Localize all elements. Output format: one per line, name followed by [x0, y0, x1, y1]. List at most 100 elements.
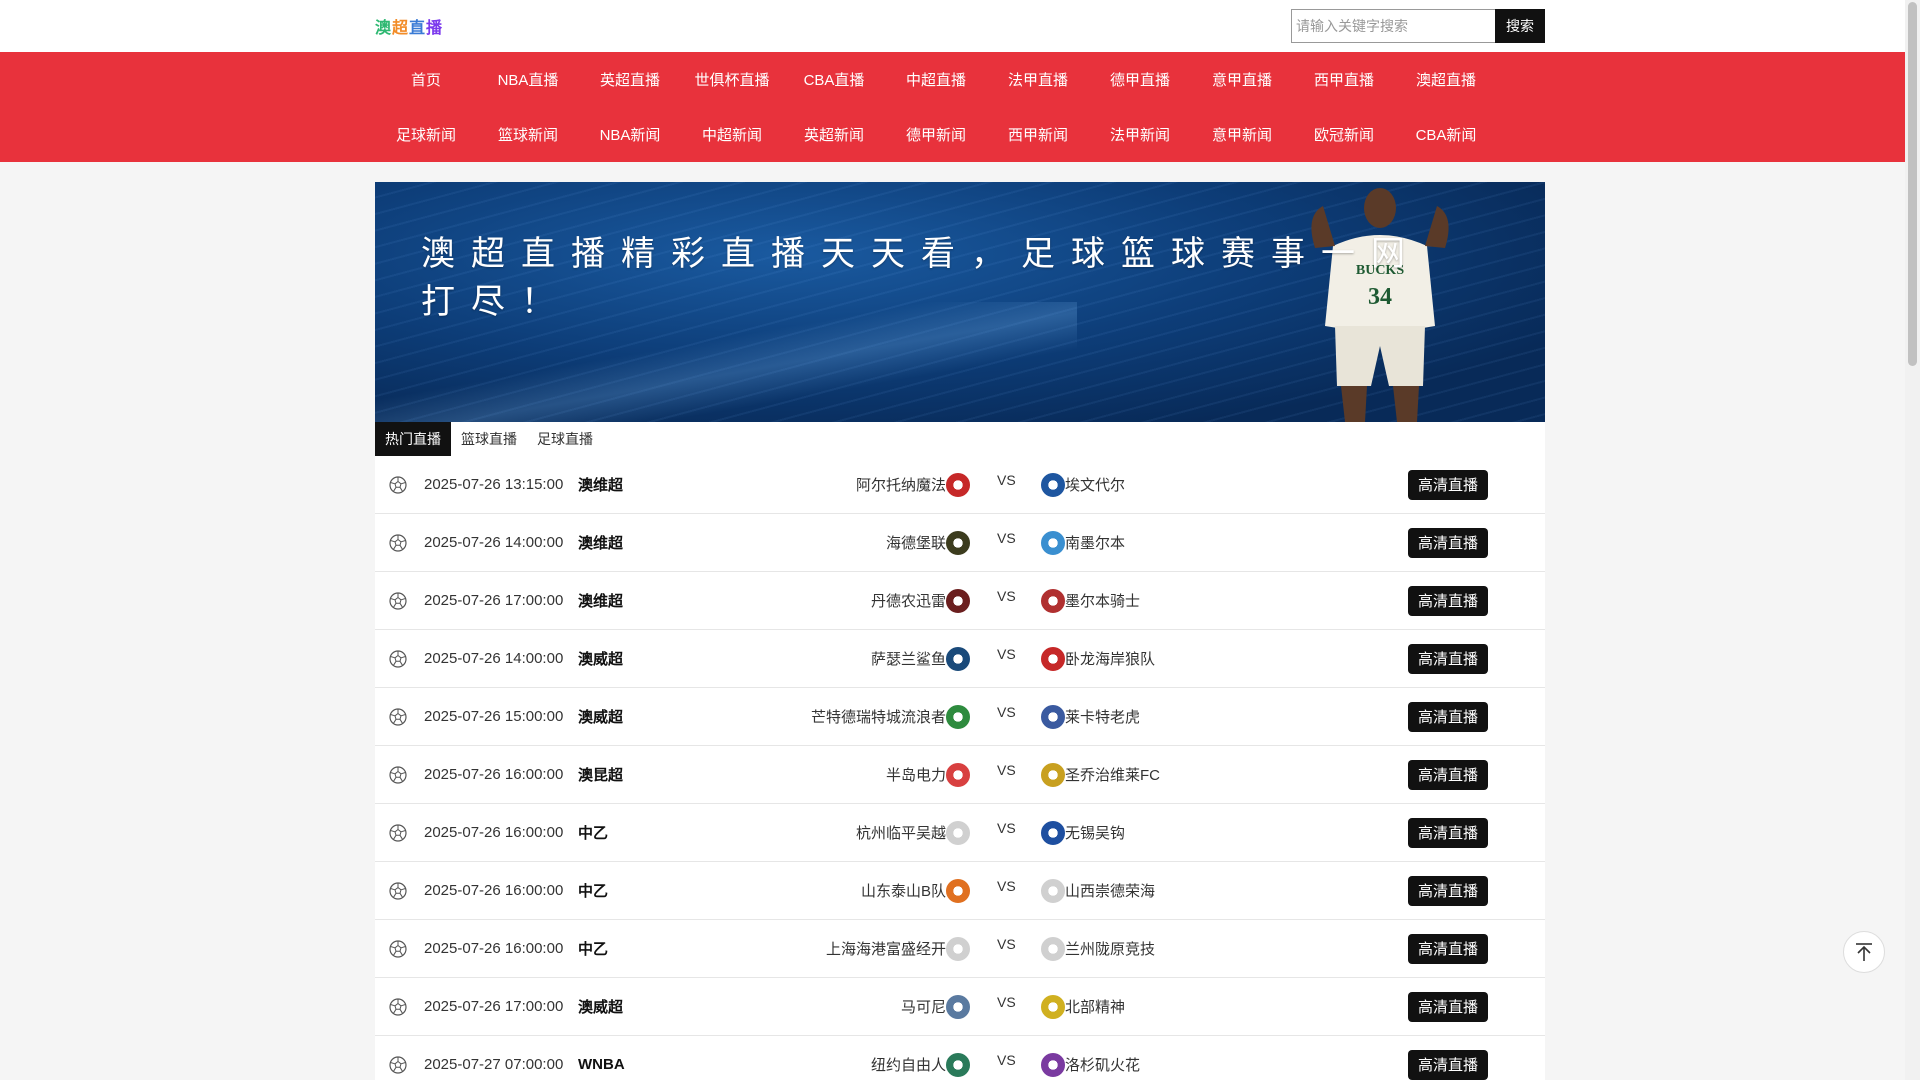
- hd-live-button[interactable]: 高清直播: [1408, 875, 1488, 906]
- nav-item[interactable]: 中超直播: [885, 69, 987, 90]
- home-team[interactable]: 杭州临平吴越: [856, 820, 970, 845]
- nav-item[interactable]: 德甲直播: [1089, 69, 1191, 90]
- away-team[interactable]: 兰州陇原竞技: [1041, 936, 1155, 961]
- match-time: 2025-07-26 15:00:00: [424, 708, 564, 725]
- away-team-name: 南墨尔本: [1065, 535, 1126, 552]
- away-team[interactable]: 无锡吴钩: [1041, 820, 1125, 845]
- nav-item[interactable]: 法甲新闻: [1089, 124, 1191, 145]
- nav-item[interactable]: 中超新闻: [681, 124, 783, 145]
- nav-item[interactable]: 英超直播: [579, 69, 681, 90]
- home-team[interactable]: 纽约自由人: [871, 1052, 970, 1077]
- match-row[interactable]: 2025-07-26 13:15:00 澳维超 阿尔托纳魔法 VS 埃文代尔 高清直播: [375, 456, 1545, 514]
- tab-football-live[interactable]: 足球直播: [527, 422, 603, 456]
- nav-item[interactable]: CBA新闻: [1395, 124, 1497, 145]
- back-to-top-button[interactable]: [1843, 931, 1885, 973]
- nav-item[interactable]: 澳超直播: [1395, 69, 1497, 90]
- away-team[interactable]: 埃文代尔: [1041, 472, 1125, 497]
- match-league[interactable]: 澳威超: [578, 996, 623, 1017]
- away-team[interactable]: 山西崇德荣海: [1041, 878, 1155, 903]
- hd-live-button[interactable]: 高清直播: [1408, 643, 1488, 674]
- hd-live-button[interactable]: 高清直播: [1408, 759, 1488, 790]
- hd-live-button[interactable]: 高清直播: [1408, 527, 1488, 558]
- nav-item[interactable]: 足球新闻: [375, 124, 477, 145]
- tab-hot-live[interactable]: 热门直播: [375, 422, 451, 456]
- home-team[interactable]: 海德堡联: [885, 530, 970, 555]
- home-team[interactable]: 山东泰山B队: [861, 878, 970, 903]
- soccer-ball-icon: [389, 1056, 407, 1074]
- nav-item[interactable]: 西甲直播: [1293, 69, 1395, 90]
- page-scrollbar[interactable]: [1905, 0, 1920, 1080]
- match-league[interactable]: 澳维超: [578, 474, 623, 495]
- hd-live-button[interactable]: 高清直播: [1408, 1049, 1488, 1080]
- nav-item[interactable]: 意甲直播: [1191, 69, 1293, 90]
- nav-item[interactable]: 篮球新闻: [477, 124, 579, 145]
- nav-item[interactable]: 欧冠新闻: [1293, 124, 1395, 145]
- match-row[interactable]: 2025-07-26 16:00:00 中乙 山东泰山B队 VS 山西崇德荣海 高清直播: [375, 862, 1545, 920]
- match-row[interactable]: 2025-07-26 14:00:00 澳维超 海德堡联 VS 南墨尔本 高清直播: [375, 514, 1545, 572]
- home-team[interactable]: 半岛电力: [886, 762, 970, 787]
- nav-item[interactable]: 法甲直播: [987, 69, 1089, 90]
- match-league[interactable]: 澳昆超: [578, 764, 623, 785]
- away-team-name: 北部精神: [1065, 999, 1126, 1016]
- nav-item[interactable]: CBA直播: [783, 69, 885, 90]
- match-league[interactable]: 澳威超: [578, 706, 623, 727]
- home-team[interactable]: 萨瑟兰鲨鱼: [871, 646, 970, 671]
- match-row[interactable]: 2025-07-26 16:00:00 中乙 上海海港富盛经开 VS 兰州陇原竞技 高清直…: [375, 920, 1545, 978]
- match-league[interactable]: 澳威超: [578, 648, 623, 669]
- home-team[interactable]: 上海海港富盛经开: [826, 936, 970, 961]
- nav-item[interactable]: 德甲新闻: [885, 124, 987, 145]
- match-league[interactable]: 澳维超: [578, 532, 623, 553]
- match-row[interactable]: 2025-07-26 17:00:00 澳维超 丹德农迅雷 VS 墨尔本骑士 高清直播: [375, 572, 1545, 630]
- away-team[interactable]: 北部精神: [1041, 994, 1126, 1019]
- site-logo[interactable]: 澳超直播: [375, 14, 443, 38]
- match-row[interactable]: 2025-07-26 16:00:00 中乙 杭州临平吴越 VS 无锡吴钩 高清直播: [375, 804, 1545, 862]
- match-league[interactable]: WNBA: [578, 1056, 625, 1073]
- home-team[interactable]: 丹德农迅雷: [871, 588, 970, 613]
- home-team[interactable]: 芒特德瑞特城流浪者: [811, 704, 970, 729]
- tab-basketball-live[interactable]: 篮球直播: [451, 422, 527, 456]
- nav-item[interactable]: 世俱杯直播: [681, 69, 783, 90]
- away-team[interactable]: 莱卡特老虎: [1041, 704, 1140, 729]
- away-team[interactable]: 南墨尔本: [1041, 530, 1126, 555]
- search-input[interactable]: [1291, 9, 1495, 43]
- soccer-ball-icon: [389, 708, 407, 726]
- away-team-logo-icon: [1041, 1052, 1065, 1077]
- match-row[interactable]: 2025-07-26 14:00:00 澳威超 萨瑟兰鲨鱼 VS 卧龙海岸狼队 高清直播: [375, 630, 1545, 688]
- hd-live-button[interactable]: 高清直播: [1408, 701, 1488, 732]
- match-row[interactable]: 2025-07-26 16:00:00 澳昆超 半岛电力 VS 圣乔治维莱FC 高清直播: [375, 746, 1545, 804]
- scrollbar-thumb[interactable]: [1908, 2, 1917, 366]
- away-team[interactable]: 洛杉矶火花: [1041, 1052, 1140, 1077]
- nav-item[interactable]: NBA新闻: [579, 124, 681, 145]
- hd-live-button[interactable]: 高清直播: [1408, 817, 1488, 848]
- hd-live-button[interactable]: 高清直播: [1408, 585, 1488, 616]
- hd-live-button[interactable]: 高清直播: [1408, 933, 1488, 964]
- nav-item[interactable]: 西甲新闻: [987, 124, 1089, 145]
- hd-live-button[interactable]: 高清直播: [1408, 991, 1488, 1022]
- match-league[interactable]: 中乙: [578, 880, 608, 901]
- nav-item[interactable]: 英超新闻: [783, 124, 885, 145]
- away-team[interactable]: 墨尔本骑士: [1041, 588, 1140, 613]
- search-button[interactable]: 搜索: [1495, 9, 1545, 43]
- nav-row-news: 足球新闻 篮球新闻 NBA新闻 中超新闻 英超新闻 德甲新闻 西甲新闻 法甲新闻…: [375, 107, 1545, 162]
- home-team-logo-icon: [946, 588, 970, 613]
- banner-title: 澳超直播精彩直播天天看，足球篮球赛事一网打尽！: [421, 235, 1421, 321]
- match-row[interactable]: 2025-07-26 17:00:00 澳威超 马可尼 VS 北部精神 高清直播: [375, 978, 1545, 1036]
- away-team[interactable]: 圣乔治维莱FC: [1041, 762, 1160, 787]
- match-league[interactable]: 中乙: [578, 938, 608, 959]
- hd-live-button[interactable]: 高清直播: [1408, 469, 1488, 500]
- match-league[interactable]: 中乙: [578, 822, 608, 843]
- home-team[interactable]: 马可尼: [901, 994, 970, 1019]
- match-league[interactable]: 澳维超: [578, 590, 623, 611]
- away-team[interactable]: 卧龙海岸狼队: [1041, 646, 1155, 671]
- match-row[interactable]: 2025-07-27 07:00:00 WNBA 纽约自由人 VS 洛杉矶火花 高清直播: [375, 1036, 1545, 1080]
- match-time: 2025-07-26 16:00:00: [424, 882, 564, 899]
- nav-item[interactable]: 首页: [375, 69, 477, 90]
- nav-item[interactable]: NBA直播: [477, 69, 579, 90]
- home-team[interactable]: 阿尔托纳魔法: [856, 472, 970, 497]
- match-row[interactable]: 2025-07-26 15:00:00 澳威超 芒特德瑞特城流浪者 VS 莱卡特老虎 高清…: [375, 688, 1545, 746]
- vs-label: VS: [997, 878, 1016, 894]
- home-team-name: 海德堡联: [885, 535, 946, 552]
- home-team-logo-icon: [946, 1052, 970, 1077]
- nav-row-live: 首页 NBA直播 英超直播 世俱杯直播 CBA直播 中超直播 法甲直播 德甲直播…: [375, 52, 1545, 107]
- nav-item[interactable]: 意甲新闻: [1191, 124, 1293, 145]
